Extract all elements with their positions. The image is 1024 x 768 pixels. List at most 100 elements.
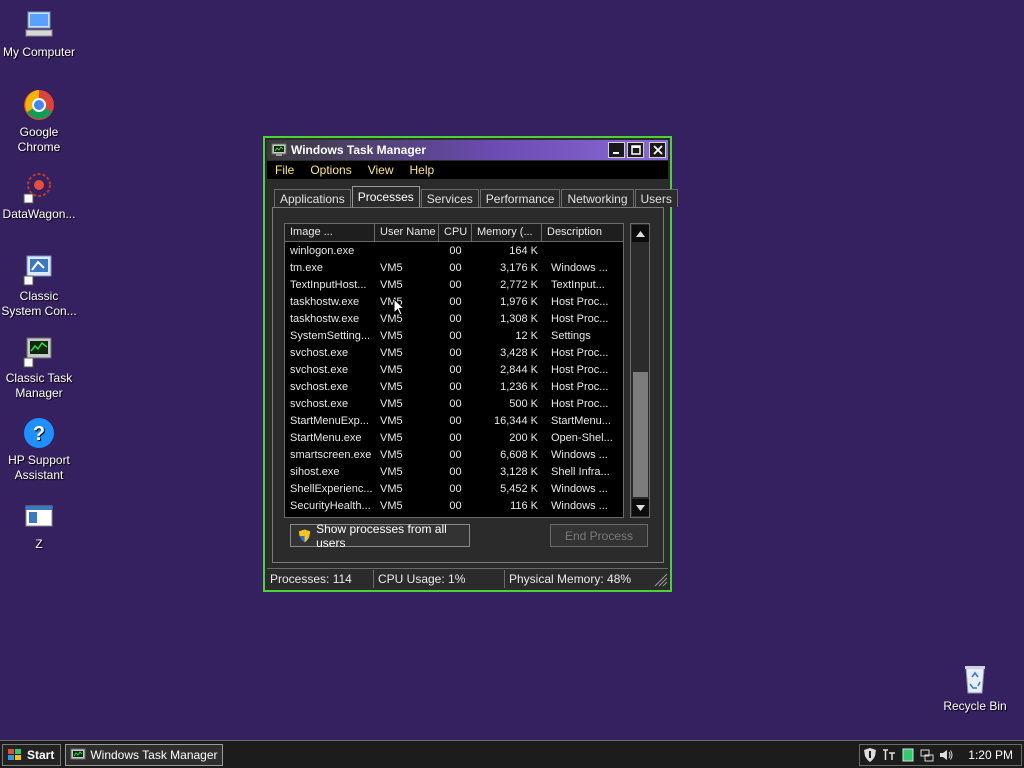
resize-grip-icon[interactable] xyxy=(652,571,668,587)
desktop-icon-classic-task-manager[interactable]: Classic Task Manager xyxy=(0,334,78,401)
volume-icon[interactable] xyxy=(939,748,953,762)
desktop-icon-recycle-bin[interactable]: Recycle Bin xyxy=(936,662,1014,714)
scroll-thumb[interactable] xyxy=(633,372,648,497)
network-icon[interactable] xyxy=(920,748,934,762)
column-description[interactable]: Description xyxy=(542,224,620,241)
process-memory: 2,844 K xyxy=(500,363,538,376)
process-row[interactable]: smartscreen.exe VM5 00 6,608 K Windows ... xyxy=(285,446,623,463)
system-tray: 1:20 PM xyxy=(859,744,1022,766)
desktop-icon-google-chrome[interactable]: Google Chrome xyxy=(0,88,78,155)
window-title: Windows Task Manager xyxy=(291,143,427,157)
process-description: Host Proc... xyxy=(551,363,609,376)
process-cpu: 00 xyxy=(449,499,462,512)
tab-services[interactable]: Services xyxy=(420,189,479,207)
process-image-name: TextInputHost... xyxy=(290,278,367,291)
process-row[interactable]: svchost.exe VM5 00 3,428 K Host Proc... xyxy=(285,344,623,361)
process-row[interactable]: tm.exe VM5 00 3,176 K Windows ... xyxy=(285,259,623,276)
task-manager-icon xyxy=(70,748,86,759)
process-row[interactable]: SecurityHealth... VM5 00 116 K Windows ... xyxy=(285,497,623,514)
taskbar-clock[interactable]: 1:20 PM xyxy=(968,748,1013,762)
tab-users[interactable]: Users xyxy=(634,189,678,207)
scroll-up-button[interactable] xyxy=(632,225,649,242)
process-memory: 3,128 K xyxy=(500,465,538,478)
process-memory: 1,976 K xyxy=(500,295,538,308)
menu-file[interactable]: File xyxy=(267,163,302,177)
maximize-button[interactable] xyxy=(627,142,644,158)
process-description: Windows ... xyxy=(551,482,608,495)
desktop-icon-my-computer[interactable]: My Computer xyxy=(0,8,78,60)
process-image-name: SecurityHealth... xyxy=(290,499,371,512)
task-manager-icon xyxy=(271,143,287,156)
scroll-down-button[interactable] xyxy=(632,499,649,516)
process-image-name: svchost.exe xyxy=(290,397,349,410)
control-panel-icon xyxy=(23,255,52,286)
process-row[interactable]: svchost.exe VM5 00 2,844 K Host Proc... xyxy=(285,361,623,378)
tab-processes[interactable]: Processes xyxy=(351,186,420,207)
column-cpu[interactable]: CPU xyxy=(439,224,472,241)
start-button[interactable]: Start xyxy=(2,743,62,766)
taskbar: Start Windows Task Manager 1:20 PM xyxy=(0,740,1024,768)
menu-bar: File Options View Help xyxy=(267,161,668,179)
green-status-icon[interactable] xyxy=(901,748,915,762)
tab-performance[interactable]: Performance xyxy=(479,189,561,207)
process-row[interactable]: svchost.exe VM5 00 1,236 K Host Proc... xyxy=(285,378,623,395)
process-cpu: 00 xyxy=(449,346,462,359)
process-image-name: svchost.exe xyxy=(290,363,349,376)
process-row[interactable]: sihost.exe VM5 00 3,128 K Shell Infra... xyxy=(285,463,623,480)
column-memory[interactable]: Memory (... xyxy=(472,224,542,241)
menu-options[interactable]: Options xyxy=(302,163,359,177)
close-button[interactable] xyxy=(649,142,666,158)
process-row[interactable]: StartMenu.exe VM5 00 200 K Open-Shel... xyxy=(285,429,623,446)
process-row[interactable]: svchost.exe VM5 00 500 K Host Proc... xyxy=(285,395,623,412)
desktop-icon-datawagon[interactable]: DataWagon... xyxy=(0,170,78,222)
minimize-button[interactable] xyxy=(608,142,625,158)
process-user-name: VM5 xyxy=(380,261,403,274)
end-process-button[interactable]: End Process xyxy=(550,524,648,547)
process-memory: 1,236 K xyxy=(500,380,538,393)
process-user-name: VM5 xyxy=(380,482,403,495)
process-memory: 2,772 K xyxy=(500,278,538,291)
chevron-up-icon xyxy=(636,230,645,237)
menu-help[interactable]: Help xyxy=(402,163,443,177)
process-row[interactable]: taskhostw.exe VM5 00 1,976 K Host Proc... xyxy=(285,293,623,310)
input-language-icon[interactable] xyxy=(882,748,896,762)
process-memory: 200 K xyxy=(509,431,538,444)
close-icon xyxy=(652,145,663,155)
process-image-name: taskhostw.exe xyxy=(290,312,360,325)
task-manager-icon xyxy=(23,337,52,368)
process-memory: 1,308 K xyxy=(500,312,538,325)
process-image-name: svchost.exe xyxy=(290,346,349,359)
process-list[interactable]: Image ... User Name CPU Memory (... Desc… xyxy=(284,223,624,518)
process-cpu: 00 xyxy=(449,465,462,478)
process-cpu: 00 xyxy=(449,244,462,257)
security-shield-icon[interactable] xyxy=(863,748,877,762)
desktop-icon-z[interactable]: Z xyxy=(0,500,78,552)
recycle-bin-icon xyxy=(965,666,985,694)
process-image-name: sihost.exe xyxy=(290,465,340,478)
process-row[interactable]: taskhostw.exe VM5 00 1,308 K Host Proc... xyxy=(285,310,623,327)
process-row[interactable]: StartMenuExp... VM5 00 16,344 K StartMenu... xyxy=(285,412,623,429)
process-row[interactable]: ShellExperienc... VM5 00 5,452 K Windows ... xyxy=(285,480,623,497)
process-cpu: 00 xyxy=(449,414,462,427)
process-list-scrollbar[interactable] xyxy=(630,223,650,518)
process-image-name: smartscreen.exe xyxy=(290,448,372,461)
process-row[interactable]: SystemSetting... VM5 00 12 K Settings xyxy=(285,327,623,344)
help-icon: ? xyxy=(24,418,54,448)
desktop-icon-classic-system-control[interactable]: Classic System Con... xyxy=(0,252,78,319)
process-row[interactable]: TextInputHost... VM5 00 2,772 K TextInput... xyxy=(285,276,623,293)
title-bar[interactable]: Windows Task Manager xyxy=(267,140,668,160)
process-image-name: ShellExperienc... xyxy=(290,482,373,495)
process-user-name: VM5 xyxy=(380,363,403,376)
process-user-name: VM5 xyxy=(380,448,403,461)
process-description: Shell Infra... xyxy=(551,465,610,478)
tab-networking[interactable]: Networking xyxy=(561,189,634,207)
process-row[interactable]: winlogon.exe 00 164 K xyxy=(285,242,623,259)
column-image-name[interactable]: Image ... xyxy=(285,224,375,241)
taskbar-item-task-manager[interactable]: Windows Task Manager xyxy=(65,743,224,766)
tab-applications[interactable]: Applications xyxy=(274,189,351,207)
desktop-icon-hp-support-assistant[interactable]: ? HP Support Assistant xyxy=(0,416,78,483)
process-user-name: VM5 xyxy=(380,329,403,342)
column-user-name[interactable]: User Name xyxy=(375,224,439,241)
show-all-processes-button[interactable]: Show processes from all users xyxy=(290,522,470,550)
menu-view[interactable]: View xyxy=(360,163,402,177)
